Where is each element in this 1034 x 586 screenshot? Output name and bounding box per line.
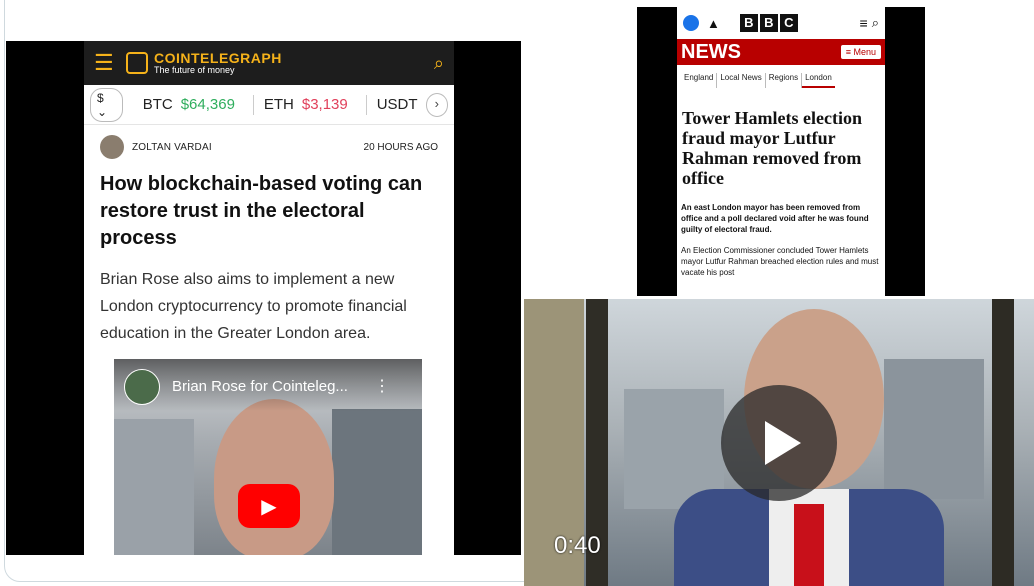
channel-avatar (124, 369, 160, 405)
cointelegraph-header: ☰ COINTELEGRAPH The future of money ⌕ (84, 41, 454, 85)
breadcrumb-item: England (681, 73, 718, 88)
divider (252, 94, 254, 115)
video-duration: 0:40 (554, 532, 601, 559)
media-video[interactable]: 0:40 (524, 299, 1034, 586)
ticker-price: $64,369 (180, 96, 235, 113)
article-headline: How blockchain-based voting can restore … (100, 173, 423, 249)
article-body: An Election Commissioner concluded Tower… (681, 246, 879, 277)
city-building (884, 359, 984, 499)
bbc-logo: B B C (739, 14, 800, 32)
brand-tagline: The future of money (154, 65, 235, 75)
window-frame (992, 299, 1014, 586)
section-title: NEWS (681, 40, 741, 63)
bell-icon: ▲ (707, 15, 720, 31)
article-headline: Tower Hamlets election fraud mayor Lutfu… (682, 108, 862, 188)
play-icon (765, 421, 801, 465)
ticker-symbol: ETH (263, 96, 294, 113)
speaker-face (214, 399, 334, 555)
bbc-top-bar: ▲ B B C ≡ ⌕ (677, 7, 885, 39)
news-section-bar: NEWS ≡ Menu (677, 39, 885, 65)
bbc-logo-letter: B (759, 14, 778, 32)
author-row: ZOLTAN VARDAI 20 HOURS AGO (84, 125, 454, 159)
ticker-price: $3,139 (301, 96, 348, 113)
video-title: Brian Rose for Cointeleg... (172, 378, 348, 395)
currency-selector: $ ⌄ (90, 87, 123, 122)
menu-button: ≡ Menu (840, 45, 881, 59)
search-icon: ⌕ (433, 52, 444, 73)
article-lede: Brian Rose also aims to implement a new … (100, 271, 407, 342)
cointelegraph-page: ☰ COINTELEGRAPH The future of money ⌕ $ … (84, 41, 454, 555)
breadcrumb: England Local News Regions London (677, 65, 885, 88)
cointelegraph-logo: COINTELEGRAPH The future of money (126, 51, 282, 75)
speaker-tie (794, 504, 824, 586)
breadcrumb-item: Local News (717, 73, 766, 88)
author-name: ZOLTAN VARDAI (132, 141, 212, 153)
ticker-symbol: USDT (376, 96, 418, 113)
media-image-cointelegraph[interactable]: ☰ COINTELEGRAPH The future of money ⌕ $ … (6, 41, 521, 555)
ticker-symbol: BTC (142, 96, 173, 113)
breadcrumb-item-active: London (802, 73, 835, 88)
chevron-right-icon: › (425, 92, 449, 117)
breadcrumb-item: Regions (766, 73, 803, 88)
video-play-button[interactable] (721, 385, 837, 501)
user-icon (683, 15, 699, 31)
published-time: 20 HOURS AGO (363, 141, 438, 153)
bbc-page: ▲ B B C ≡ ⌕ NEWS ≡ Menu England Local Ne… (677, 7, 885, 296)
hamburger-icon: ≡ (859, 15, 868, 31)
brand-name: COINTELEGRAPH (154, 50, 282, 66)
media-image-bbc[interactable]: ▲ B B C ≡ ⌕ NEWS ≡ Menu England Local Ne… (637, 7, 925, 296)
price-ticker: $ ⌄ BTC $64,369 ETH $3,139 USDT › (84, 85, 454, 125)
background-building (332, 409, 422, 555)
hamburger-icon: ☰ (94, 50, 114, 75)
divider (365, 94, 367, 115)
embedded-video-thumbnail: Brian Rose for Cointeleg... ⋮ ▶ (114, 359, 422, 555)
avatar (100, 135, 124, 159)
bbc-logo-letter: B (739, 14, 758, 32)
search-icon: ⌕ (871, 15, 879, 30)
more-options-icon: ⋮ (374, 378, 390, 395)
article-summary: An east London mayor has been removed fr… (681, 203, 869, 234)
youtube-play-icon: ▶ (238, 484, 300, 528)
cointelegraph-logo-icon (126, 52, 148, 74)
bbc-logo-letter: C (779, 14, 798, 32)
background-building (114, 419, 194, 555)
